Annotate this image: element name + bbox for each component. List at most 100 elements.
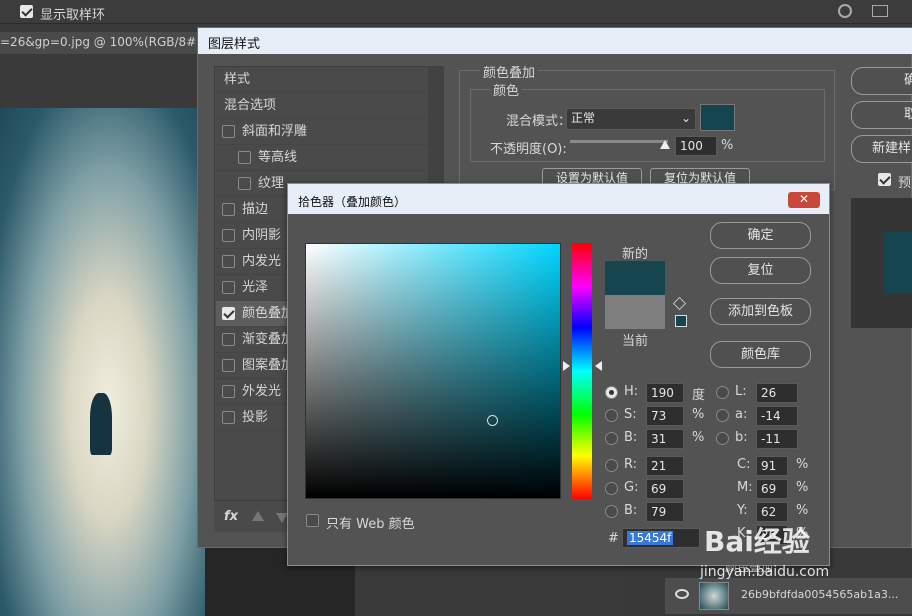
document-tab[interactable]: =26&gp=0.jpg @ 100%(RGB/8#) — [0, 32, 201, 54]
style-checkbox[interactable] — [222, 281, 235, 294]
hex-value: 15454f — [627, 531, 674, 545]
new-style-button[interactable]: 新建样 — [851, 135, 912, 163]
lab-radio[interactable] — [716, 432, 729, 445]
style-list-item[interactable]: 斜面和浮雕 — [216, 119, 428, 145]
rgb-radio[interactable] — [605, 505, 618, 518]
style-list-label: 内发光 — [242, 254, 282, 269]
visibility-eye-icon[interactable] — [675, 589, 689, 599]
hue-slider-right-arrow[interactable] — [595, 361, 602, 371]
layer-style-ok-button[interactable]: 确 — [851, 67, 912, 95]
style-list-item[interactable]: 混合选项 — [216, 93, 428, 119]
web-safe-swatch[interactable] — [675, 315, 687, 327]
style-list-label: 混合选项 — [224, 98, 277, 113]
hsb-input[interactable]: 31 — [646, 429, 684, 449]
style-checkbox[interactable] — [222, 229, 235, 242]
web-only-checkbox[interactable] — [306, 514, 319, 527]
rgb-radio[interactable] — [605, 482, 618, 495]
layer-style-title: 图层样式 — [208, 37, 261, 52]
canvas-image — [0, 108, 205, 616]
hsb-radio[interactable] — [605, 409, 618, 422]
rgb-label: G: — [624, 480, 639, 495]
color-libraries-button[interactable]: 颜色库 — [710, 341, 811, 368]
lab-input[interactable]: -14 — [756, 406, 798, 426]
current-color-label: 当前 — [622, 334, 649, 349]
style-checkbox[interactable] — [222, 203, 235, 216]
workspace-icon[interactable] — [872, 5, 888, 17]
hex-label: # — [608, 531, 619, 546]
preview-checkbox[interactable] — [878, 173, 891, 186]
lab-radio[interactable] — [716, 386, 729, 399]
layer-style-cancel-button[interactable]: 取 — [851, 101, 912, 129]
rgb-input[interactable]: 21 — [646, 456, 684, 476]
style-list-label: 内阴影 — [242, 228, 282, 243]
opacity-input[interactable]: 100 — [675, 136, 717, 156]
overlay-color-swatch[interactable] — [700, 104, 735, 131]
hue-slider[interactable] — [572, 243, 592, 499]
cmyk-unit: % — [796, 480, 809, 495]
show-ring-label: 显示取样环 — [40, 8, 106, 23]
show-ring-checkbox[interactable] — [20, 5, 33, 18]
style-list-label: 等高线 — [258, 150, 298, 165]
blend-mode-select[interactable]: 正常 ⌄ — [566, 108, 696, 130]
style-checkbox[interactable] — [222, 411, 235, 424]
opacity-slider-thumb[interactable] — [660, 140, 670, 149]
color-field-cursor[interactable] — [487, 415, 498, 426]
rgb-label: R: — [624, 457, 638, 472]
search-icon[interactable] — [838, 4, 852, 18]
style-checkbox[interactable] — [222, 359, 235, 372]
hsb-unit: % — [692, 407, 705, 422]
color-overlay-title: 颜色叠加 — [480, 62, 539, 81]
style-checkbox[interactable] — [222, 125, 235, 138]
options-bar: 显示取样环 — [0, 0, 912, 24]
web-only-label: 只有 Web 颜色 — [326, 517, 415, 532]
close-button[interactable]: ✕ — [788, 192, 820, 208]
close-icon: ✕ — [798, 192, 810, 206]
style-list-item[interactable]: 等高线 — [216, 145, 428, 171]
lab-input[interactable]: -11 — [756, 429, 798, 449]
fx-button[interactable]: fx — [224, 509, 238, 524]
color-field[interactable] — [305, 243, 561, 499]
lab-label: a: — [735, 407, 748, 422]
hex-input[interactable]: 15454f — [622, 528, 700, 548]
layer-style-titlebar[interactable]: 图层样式 — [198, 28, 912, 54]
style-list-label: 样式 — [224, 72, 251, 87]
current-color-swatch[interactable] — [605, 295, 665, 329]
preview-box — [851, 198, 912, 328]
style-checkbox[interactable] — [222, 307, 235, 320]
hsb-input[interactable]: 190 — [646, 383, 684, 403]
hsb-radio[interactable] — [605, 432, 618, 445]
rgb-input[interactable]: 69 — [646, 479, 684, 499]
cmyk-input[interactable]: 91 — [756, 456, 788, 476]
color-picker-titlebar[interactable]: 拾色器（叠加颜色） ✕ — [288, 184, 829, 214]
hsb-input[interactable]: 73 — [646, 406, 684, 426]
picker-reset-button[interactable]: 复位 — [710, 257, 811, 284]
new-color-label: 新的 — [622, 247, 649, 262]
lab-input[interactable]: 26 — [756, 383, 798, 403]
lab-label: b: — [735, 430, 748, 445]
hsb-label: S: — [624, 407, 637, 422]
move-up-icon[interactable] — [252, 511, 264, 521]
lab-radio[interactable] — [716, 409, 729, 422]
opacity-slider-track[interactable] — [570, 140, 668, 143]
hsb-unit: % — [692, 430, 705, 445]
hsb-label: H: — [624, 384, 639, 399]
style-list-label: 外发光 — [242, 384, 282, 399]
style-checkbox[interactable] — [222, 385, 235, 398]
style-checkbox[interactable] — [238, 177, 251, 190]
cmyk-input[interactable]: 69 — [756, 479, 788, 499]
rgb-radio[interactable] — [605, 459, 618, 472]
rgb-input[interactable]: 79 — [646, 502, 684, 522]
picker-ok-button[interactable]: 确定 — [710, 222, 811, 249]
style-list-label: 投影 — [242, 410, 269, 425]
style-list-item[interactable]: 样式 — [216, 67, 428, 93]
hue-slider-left-arrow[interactable] — [563, 361, 570, 371]
style-checkbox[interactable] — [238, 151, 251, 164]
opacity-label: 不透明度(O): — [490, 142, 567, 157]
style-checkbox[interactable] — [222, 333, 235, 346]
cmyk-unit: % — [796, 457, 809, 472]
add-to-swatches-button[interactable]: 添加到色板 — [710, 298, 811, 325]
style-checkbox[interactable] — [222, 255, 235, 268]
hsb-radio[interactable] — [605, 386, 618, 399]
rgb-label: B: — [624, 503, 638, 518]
document-title: =26&gp=0.jpg @ 100%(RGB/8#) — [0, 35, 201, 49]
